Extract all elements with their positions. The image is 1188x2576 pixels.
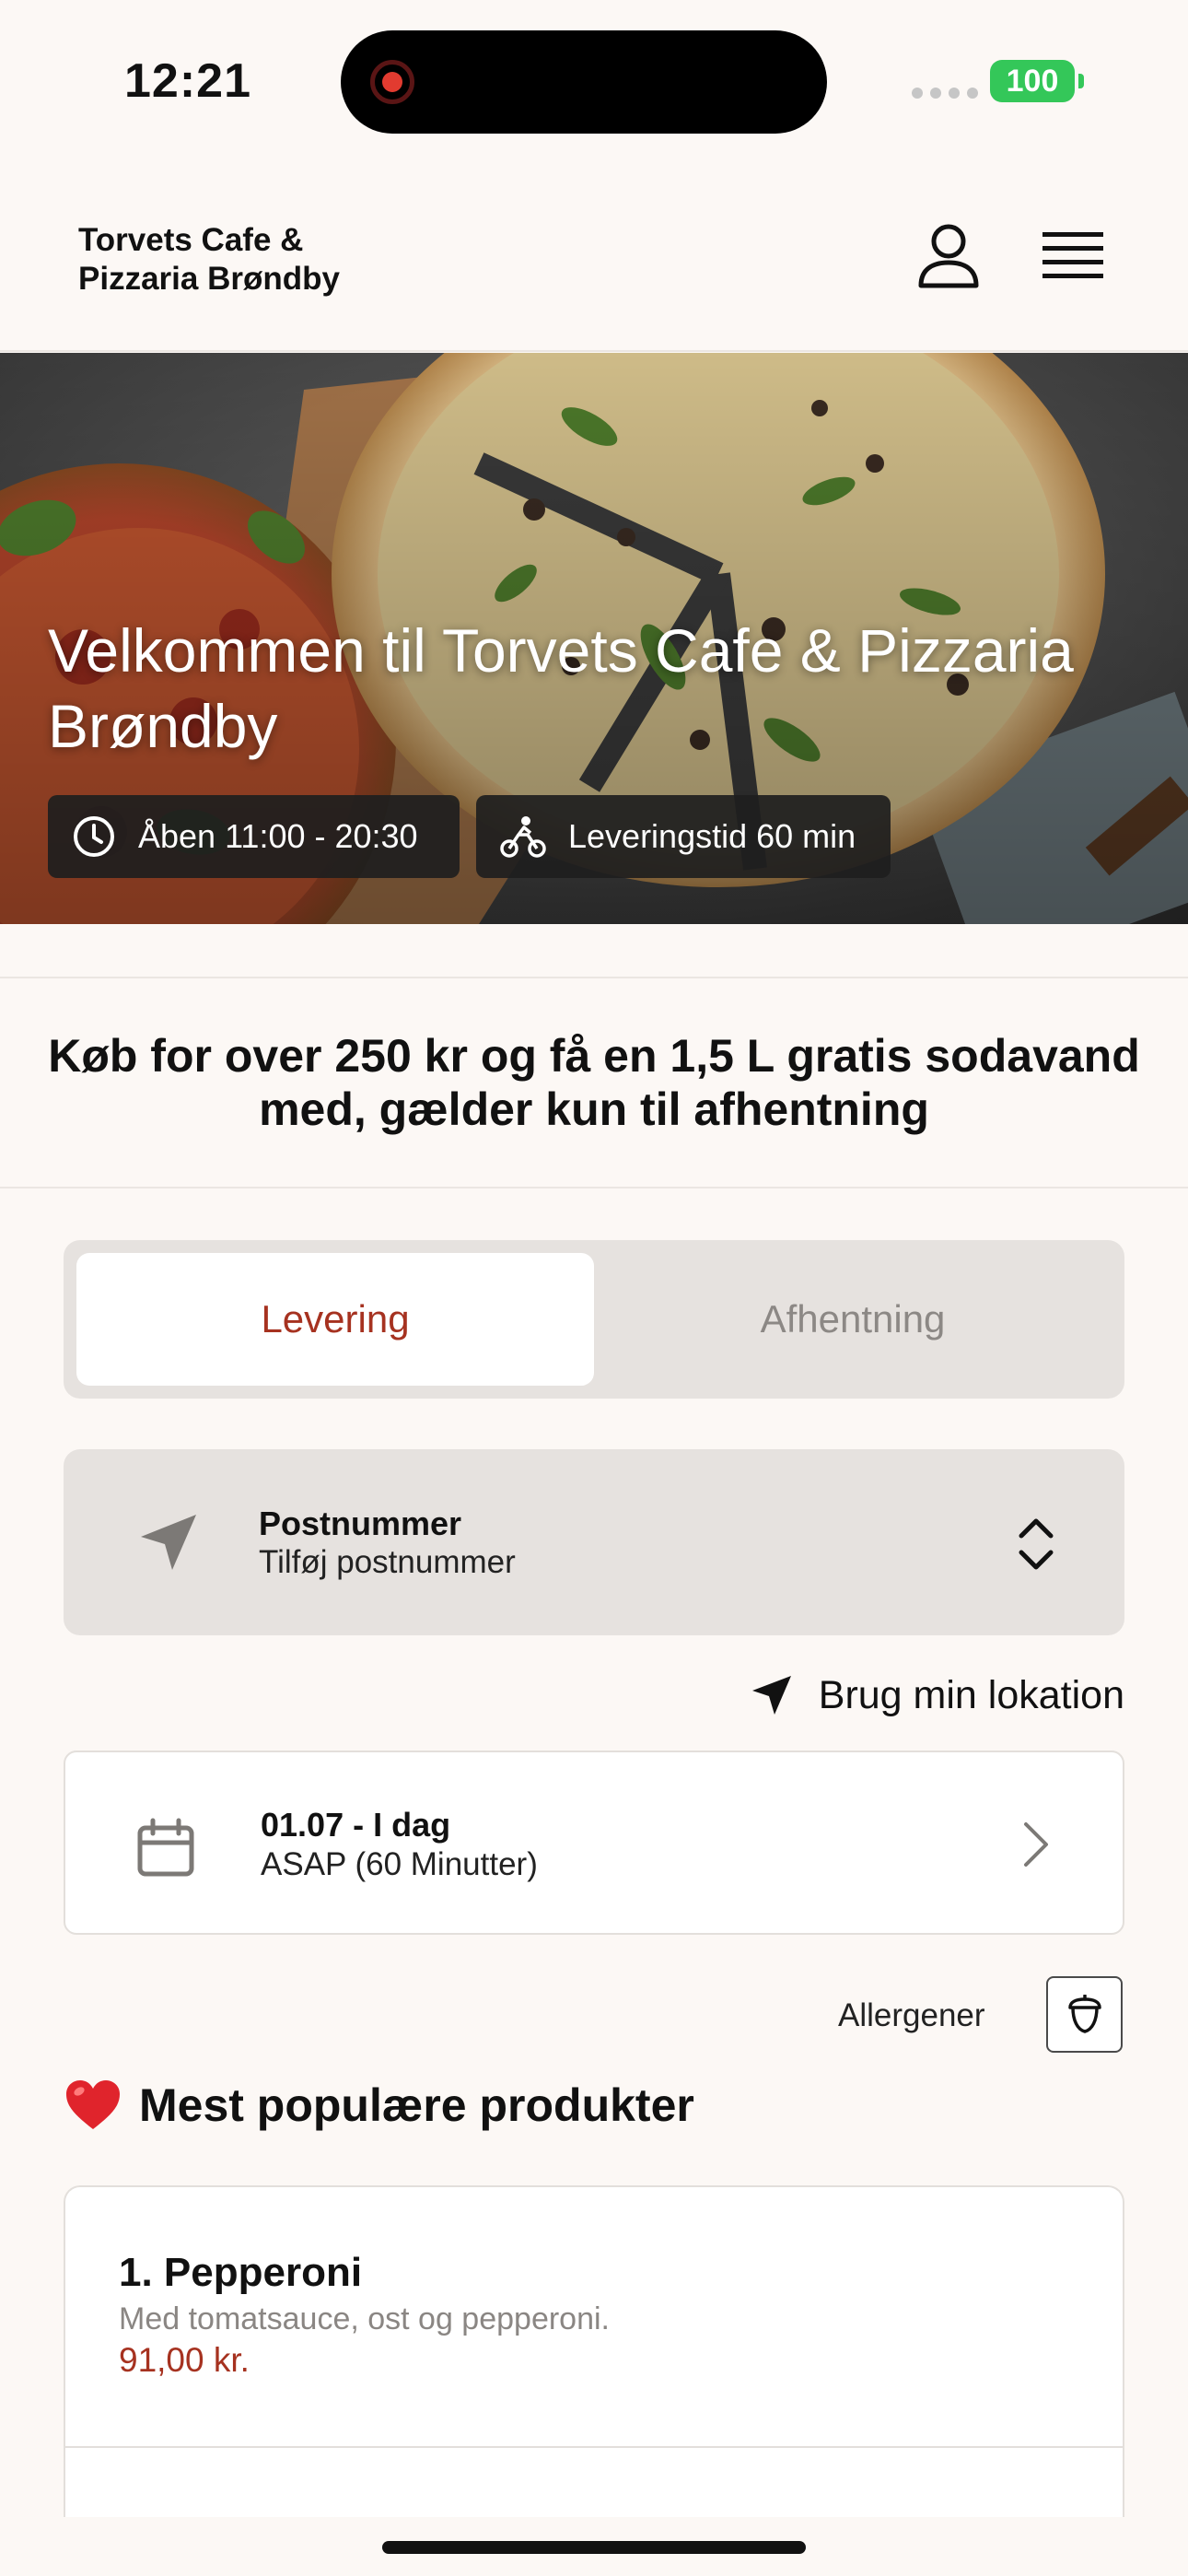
popular-products-list: 1. Pepperoni Med tomatsauce, ost og pepp… xyxy=(64,2185,1124,2517)
product-name: 1. Pepperoni xyxy=(119,2250,363,2295)
status-time: 12:21 xyxy=(124,54,251,108)
product-price: 91,00 kr. xyxy=(119,2341,250,2379)
home-indicator[interactable] xyxy=(382,2541,806,2554)
allergens-label: Allergener xyxy=(838,1997,985,2033)
opening-hours-text: Åben 11:00 - 20:30 xyxy=(138,817,418,855)
signal-icon xyxy=(912,88,978,99)
delivery-date: 01.07 - I dag xyxy=(261,1806,451,1844)
postcode-value: Tilføj postnummer xyxy=(259,1544,516,1580)
chevron-up-down-icon xyxy=(1019,1518,1054,1570)
delivery-time-selector[interactable]: 01.07 - I dag ASAP (60 Minutter) xyxy=(64,1751,1124,1935)
user-icon xyxy=(918,224,979,288)
app-screen: 12:21 100 Torvets Cafe & Pizzaria Brøndb… xyxy=(0,0,1188,2576)
use-my-location-button[interactable]: Brug min lokation xyxy=(751,1663,1124,1727)
postcode-label: Postnummer xyxy=(259,1505,462,1542)
popular-products-title: Mest populære produkter xyxy=(139,2079,694,2131)
dynamic-island xyxy=(341,30,827,134)
promo-banner: Køb for over 250 kr og få en 1,5 L grati… xyxy=(0,977,1188,1188)
delivery-time-text: Leveringstid 60 min xyxy=(568,817,856,855)
opening-hours-badge: Åben 11:00 - 20:30 xyxy=(48,795,460,878)
location-arrow-icon xyxy=(141,1515,196,1570)
recording-icon xyxy=(370,60,414,104)
delivery-time-badge: Leveringstid 60 min xyxy=(476,795,891,878)
hero-banner: Velkommen til Torvets Cafe & Pizzaria Br… xyxy=(0,353,1188,924)
product-item[interactable]: 1. Pepperoni Med tomatsauce, ost og pepp… xyxy=(65,2187,1123,2448)
calendar-icon xyxy=(137,1818,194,1877)
battery-indicator: 100 xyxy=(990,60,1084,102)
product-description: Med tomatsauce, ost og pepperoni. xyxy=(119,2301,610,2336)
bike-courier-icon xyxy=(500,816,546,858)
chevron-right-icon xyxy=(1024,1822,1048,1867)
use-my-location-label: Brug min lokation xyxy=(818,1672,1124,1717)
promo-text: Køb for over 250 kr og få en 1,5 L grati… xyxy=(48,1030,1140,1135)
account-button[interactable] xyxy=(916,221,981,289)
tab-delivery[interactable]: Levering xyxy=(76,1253,594,1386)
navigation-arrow-icon xyxy=(751,1676,791,1715)
status-bar: 12:21 100 xyxy=(0,0,1188,157)
allergens-button[interactable] xyxy=(1046,1976,1123,2053)
order-mode-toggle: Levering Afhentning xyxy=(64,1240,1124,1399)
delivery-time: ASAP (60 Minutter) xyxy=(261,1846,538,1882)
hamburger-menu-icon xyxy=(1042,232,1103,278)
app-header: Torvets Cafe & Pizzaria Brøndby xyxy=(0,157,1188,352)
tab-pickup[interactable]: Afhentning xyxy=(594,1253,1112,1386)
acorn-icon xyxy=(1067,1994,1101,2033)
restaurant-name[interactable]: Torvets Cafe & Pizzaria Brøndby xyxy=(78,221,428,299)
heart-icon xyxy=(66,2080,120,2129)
menu-button[interactable] xyxy=(1041,228,1105,284)
clock-icon xyxy=(74,816,114,857)
postcode-selector[interactable]: Postnummer Tilføj postnummer xyxy=(64,1449,1124,1635)
welcome-title: Velkommen til Torvets Cafe & Pizzaria Br… xyxy=(48,616,1074,760)
popular-products-heading: Mest populære produkter xyxy=(64,2073,694,2137)
